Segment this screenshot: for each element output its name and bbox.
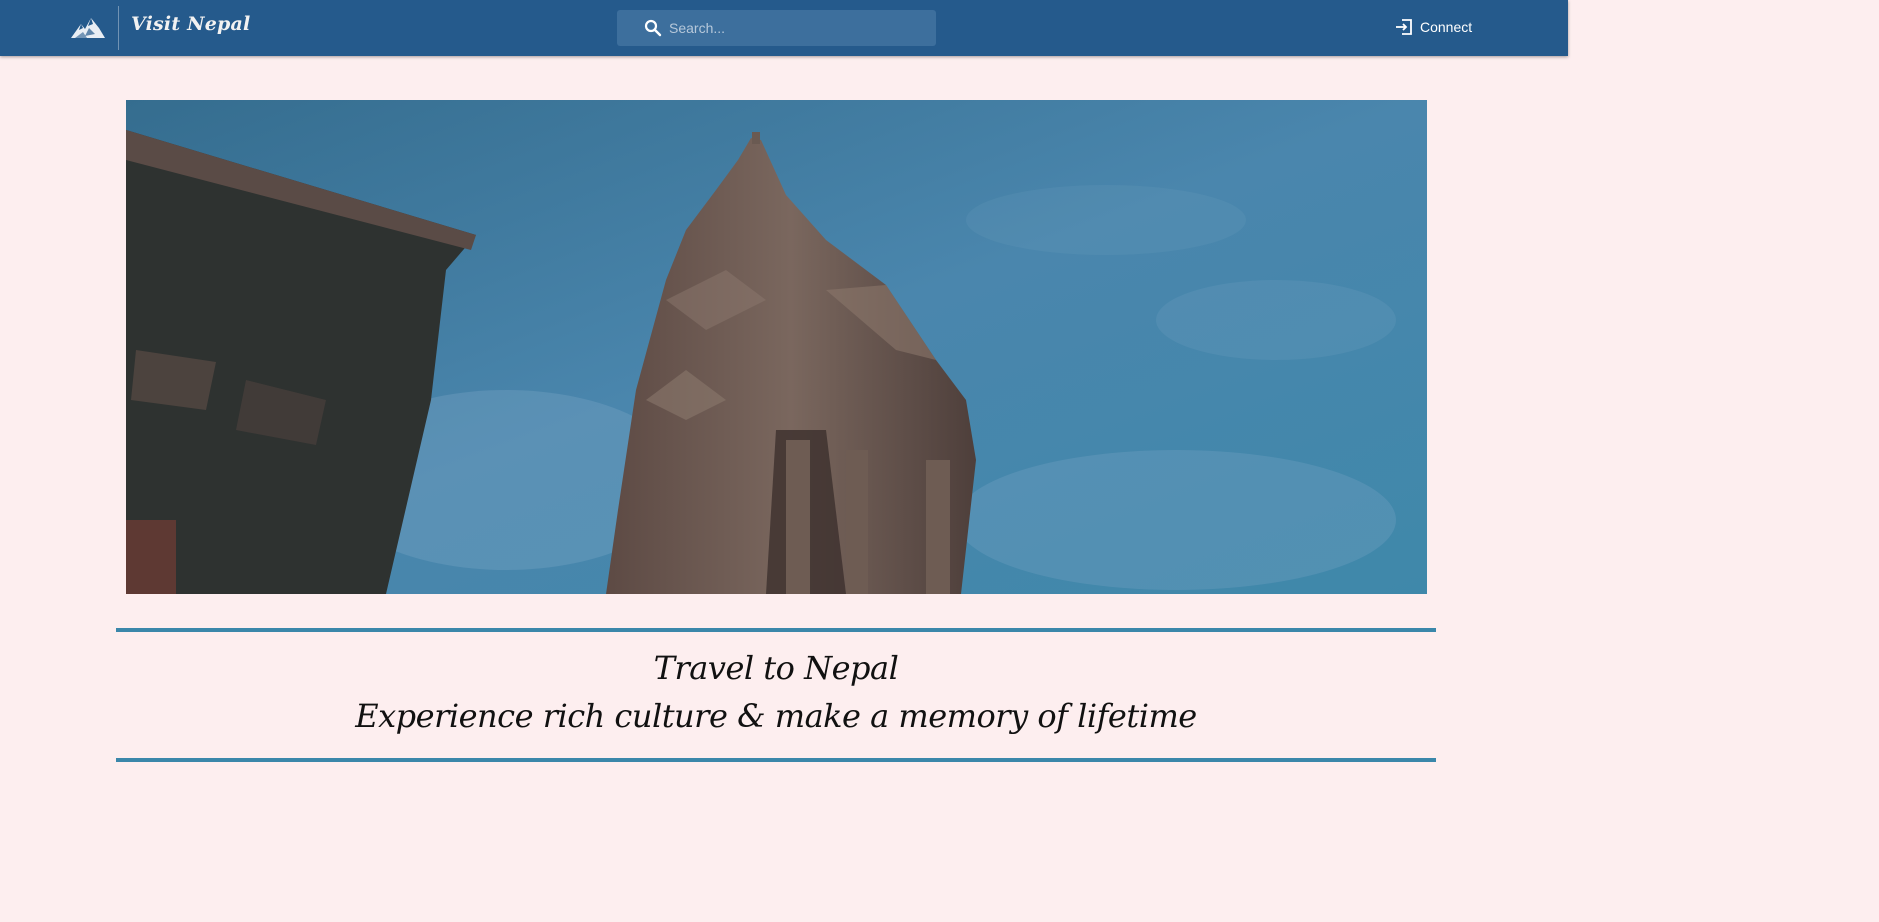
tagline-banner: Travel to Nepal Experience rich culture … [116, 628, 1436, 762]
login-icon [1394, 17, 1414, 37]
connect-label: Connect [1420, 19, 1473, 35]
temple-tower-photo [126, 100, 1427, 594]
tagline-subtitle: Experience rich culture & make a memory … [355, 697, 1197, 735]
hero-image [126, 100, 1427, 594]
search-icon [643, 18, 663, 38]
connect-button[interactable]: Connect [1394, 17, 1472, 37]
search-box[interactable] [617, 10, 936, 46]
brand-name[interactable]: Visit Nepal [131, 13, 250, 35]
mountain-logo-icon [68, 8, 108, 48]
tagline-title: Travel to Nepal [653, 649, 899, 687]
search-input[interactable] [669, 20, 919, 36]
brand-divider [118, 6, 119, 50]
brand[interactable]: Visit Nepal [68, 0, 250, 56]
top-navbar: Visit Nepal Connect [0, 0, 1568, 56]
